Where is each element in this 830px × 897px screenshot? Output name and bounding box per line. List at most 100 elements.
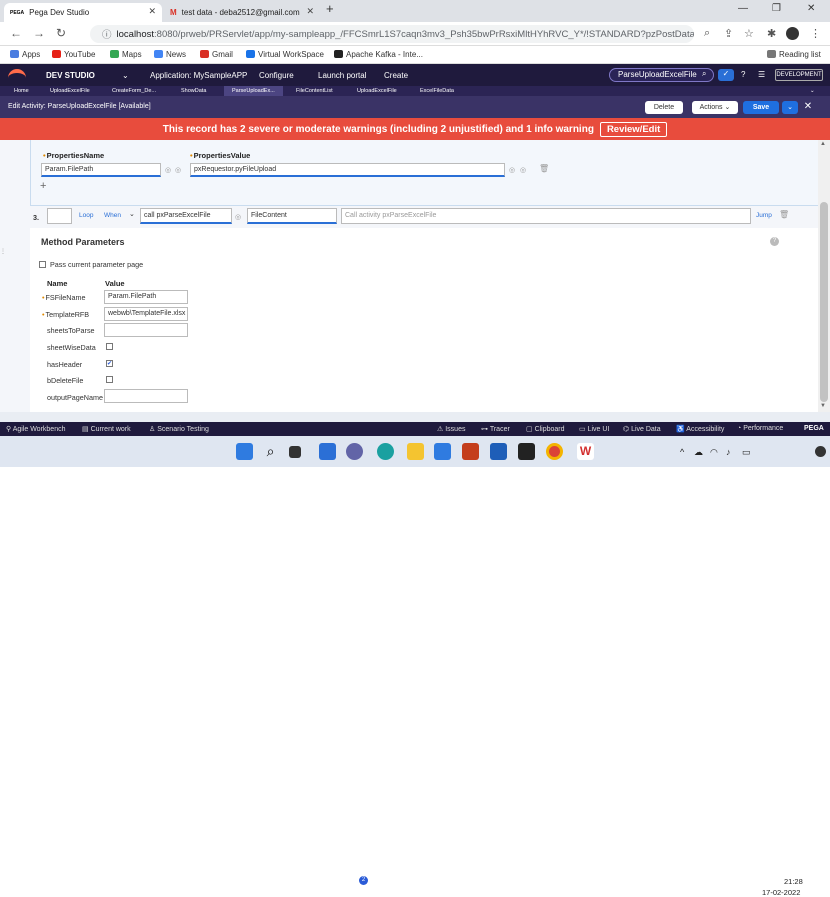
param-value-input[interactable] bbox=[104, 389, 188, 403]
scrollbar-thumb[interactable] bbox=[820, 202, 828, 402]
browser-tab-pega[interactable]: PEGA Pega Dev Studio ✕ bbox=[4, 3, 162, 22]
scenario-testing-button[interactable]: ♙ Scenario Testing bbox=[149, 425, 209, 433]
confirm-search-button[interactable]: ✓ bbox=[718, 69, 734, 81]
office-icon[interactable] bbox=[462, 443, 479, 460]
widgets-icon[interactable] bbox=[319, 443, 336, 460]
reading-list[interactable]: Reading list bbox=[767, 50, 821, 59]
properties-value-input[interactable]: pxRequestor.pyFileUpload bbox=[190, 163, 505, 177]
application-menu[interactable]: Application: MySampleAPP bbox=[150, 71, 247, 80]
gear-icon[interactable]: ◎ bbox=[165, 165, 171, 174]
new-tab-button[interactable]: + bbox=[326, 1, 334, 16]
method-input[interactable]: call pxParseExcelFile bbox=[140, 208, 232, 224]
bookmark-gmail[interactable]: Gmail bbox=[200, 50, 233, 59]
rule-tab[interactable]: ShowData bbox=[181, 88, 206, 94]
clock-time[interactable]: 21:28 bbox=[784, 877, 803, 886]
bookmark-apps[interactable]: Apps bbox=[10, 50, 40, 59]
help-icon[interactable]: ? bbox=[770, 237, 779, 246]
notification-center-icon[interactable] bbox=[815, 446, 826, 457]
profile-avatar[interactable] bbox=[786, 27, 799, 40]
gear-icon[interactable]: ◎ bbox=[509, 165, 515, 174]
param-value-input[interactable]: Param.FilePath bbox=[104, 290, 188, 304]
tabs-overflow-icon[interactable]: ⌄ bbox=[810, 88, 815, 94]
extensions-icon[interactable]: ✱ bbox=[767, 27, 776, 40]
clock-date[interactable]: 17-02-2022 bbox=[762, 888, 800, 897]
menu-icon[interactable]: ⋮ bbox=[810, 27, 821, 40]
bookmark-news[interactable]: News bbox=[154, 50, 186, 59]
file-explorer-icon[interactable] bbox=[407, 443, 424, 460]
review-edit-button[interactable]: Review/Edit bbox=[599, 121, 668, 137]
gear-icon[interactable]: ◎ bbox=[175, 165, 181, 174]
close-window-icon[interactable]: ✕ bbox=[807, 3, 815, 14]
scroll-up-icon[interactable]: ▲ bbox=[820, 141, 826, 147]
bookmark-virtual-workspace[interactable]: Virtual WorkSpace bbox=[246, 50, 324, 59]
studio-label[interactable]: DEV STUDIO bbox=[46, 71, 95, 80]
restore-icon[interactable]: ❐ bbox=[772, 3, 781, 14]
onedrive-icon[interactable]: ☁ bbox=[694, 447, 703, 458]
search-icon[interactable]: ⌕ bbox=[702, 69, 706, 79]
configure-menu[interactable]: Configure bbox=[259, 71, 294, 80]
gear-icon[interactable]: ◎ bbox=[520, 165, 526, 174]
volume-icon[interactable]: ♪ bbox=[726, 447, 731, 457]
windows-start-icon[interactable] bbox=[236, 443, 253, 460]
left-collapse-handle[interactable]: ⋮ bbox=[0, 248, 6, 255]
close-rule-icon[interactable]: ✕ bbox=[802, 101, 814, 114]
rule-tab[interactable]: CreateForm_De... bbox=[112, 88, 156, 94]
back-icon[interactable]: ← bbox=[10, 26, 22, 40]
rule-search-input[interactable]: ParseUploadExcelFile bbox=[609, 68, 714, 82]
store-icon[interactable] bbox=[434, 443, 451, 460]
param-value-input[interactable]: webwb\TemplateFile.xlsx bbox=[104, 307, 188, 321]
delete-button[interactable]: Delete bbox=[645, 101, 683, 114]
wifi-icon[interactable]: ◠ bbox=[710, 447, 718, 458]
trash-icon[interactable]: 🗑 bbox=[779, 210, 789, 219]
launch-portal-menu[interactable]: Launch portal bbox=[318, 71, 366, 80]
rule-tab[interactable]: UploadExcelFile bbox=[357, 88, 397, 94]
search-icon[interactable]: ⌕ bbox=[262, 443, 279, 460]
param-checkbox[interactable]: ✔ bbox=[106, 360, 113, 367]
edge-icon[interactable] bbox=[377, 443, 394, 460]
live-data-button[interactable]: ⌬ Live Data bbox=[623, 425, 661, 433]
minimize-icon[interactable]: — bbox=[738, 3, 748, 14]
accessibility-button[interactable]: ♿ Accessibility bbox=[676, 425, 724, 433]
clipboard-button[interactable]: ▢ Clipboard bbox=[526, 425, 565, 433]
step-label-input[interactable] bbox=[47, 208, 72, 224]
param-checkbox[interactable] bbox=[106, 376, 113, 383]
share-icon[interactable]: ⇪ bbox=[724, 27, 733, 40]
step-description-input[interactable]: Call activity pxParseExcelFile bbox=[341, 208, 751, 224]
browser-tab-gmail[interactable]: M test data - deba2512@gmail.com ✕ bbox=[164, 3, 320, 22]
bookmark-apache-kafka[interactable]: Apache Kafka - Inte... bbox=[334, 50, 423, 59]
save-button[interactable]: Save bbox=[743, 101, 779, 114]
close-tab-icon[interactable]: ✕ bbox=[148, 6, 156, 17]
teams-chat-icon[interactable] bbox=[346, 443, 363, 460]
trash-icon[interactable]: 🗑 bbox=[539, 164, 549, 173]
step-page-input[interactable]: FileContent bbox=[247, 208, 337, 224]
zoom-icon[interactable]: ⌕ bbox=[704, 27, 710, 40]
close-tab-icon[interactable]: ✕ bbox=[306, 6, 314, 17]
bookmark-maps[interactable]: Maps bbox=[110, 50, 142, 59]
bookmark-star-icon[interactable]: ☆ bbox=[744, 27, 754, 40]
pass-current-checkbox[interactable] bbox=[39, 261, 46, 268]
battery-icon[interactable]: ▭ bbox=[742, 447, 751, 458]
agile-workbench-button[interactable]: ⚲ Agile Workbench bbox=[6, 425, 65, 433]
param-value-input[interactable] bbox=[104, 323, 188, 337]
rule-tab[interactable]: ExcelFileData bbox=[420, 88, 454, 94]
reload-icon[interactable]: ↻ bbox=[56, 26, 66, 40]
actions-button[interactable]: Actions ⌄ bbox=[692, 101, 738, 114]
add-row-button[interactable]: + bbox=[40, 180, 46, 192]
help-icon[interactable]: ? bbox=[741, 70, 745, 79]
issues-button[interactable]: ⚠ Issues bbox=[437, 425, 465, 433]
bookmark-youtube[interactable]: YouTube bbox=[52, 50, 95, 59]
gear-icon[interactable]: ◎ bbox=[235, 212, 241, 221]
forward-icon[interactable]: → bbox=[33, 26, 45, 40]
properties-name-input[interactable]: Param.FilePath bbox=[41, 163, 161, 177]
chevron-down-icon[interactable]: ⌄ bbox=[129, 209, 135, 218]
scroll-down-icon[interactable]: ▼ bbox=[820, 403, 826, 409]
notifications-icon[interactable]: ☰ bbox=[758, 70, 765, 79]
vertical-scrollbar[interactable]: ▲ ▼ bbox=[818, 140, 830, 412]
rule-tab[interactable]: Home bbox=[14, 88, 29, 94]
jump-link[interactable]: Jump bbox=[756, 212, 772, 219]
performance-button[interactable]: ◔ Performance bbox=[737, 425, 783, 432]
loop-link[interactable]: Loop bbox=[79, 212, 93, 219]
rule-tab[interactable]: UploadExcelFile bbox=[50, 88, 90, 94]
current-work-button[interactable]: ▤ Current work bbox=[82, 425, 131, 433]
create-menu[interactable]: Create bbox=[384, 71, 408, 80]
